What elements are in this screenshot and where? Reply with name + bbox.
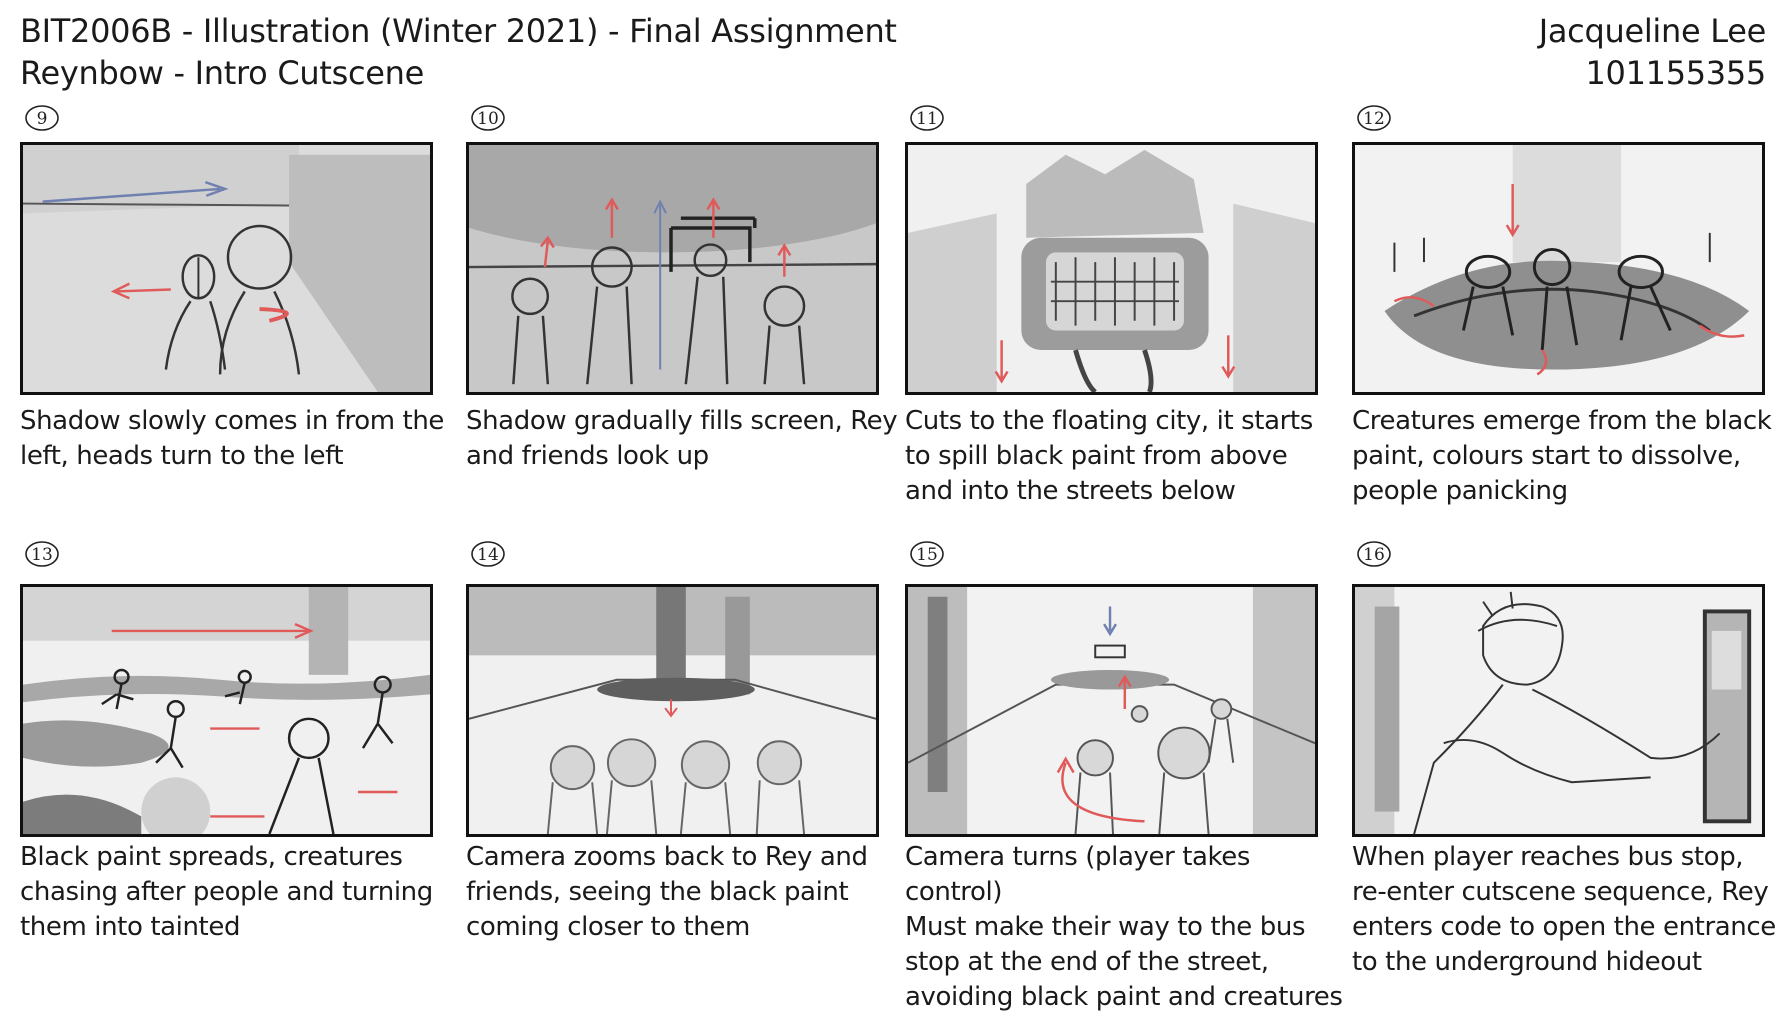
header-left: BIT2006B - Illustration (Winter 2021) - … xyxy=(20,10,897,94)
panel-number: 15 xyxy=(909,540,945,568)
panel-caption: Black paint spreads, creatures chasing a… xyxy=(20,842,433,942)
project-title: Reynbow - Intro Cutscene xyxy=(20,54,425,92)
panel-number: 11 xyxy=(909,104,945,132)
panel-number: 13 xyxy=(24,540,60,568)
svg-text:15: 15 xyxy=(916,545,938,565)
panel-caption: Shadow gradually fills screen, Rey and f… xyxy=(466,406,898,471)
svg-text:10: 10 xyxy=(477,109,499,129)
sketch-shadow-heads xyxy=(23,145,430,392)
panel-caption: When player reaches bus stop, re-enter c… xyxy=(1352,842,1776,977)
sketch-floating-city xyxy=(908,145,1315,392)
panel-frame xyxy=(905,142,1318,395)
sketch-creatures-emerge xyxy=(1355,145,1762,392)
panel-frame xyxy=(466,142,879,395)
panel-frame xyxy=(20,142,433,395)
panel-number: 16 xyxy=(1356,540,1392,568)
panel-number: 14 xyxy=(470,540,506,568)
panel-frame xyxy=(20,584,433,837)
panel-caption: Camera turns (player takes control) Must… xyxy=(905,842,1343,1012)
sketch-paint-spreads xyxy=(23,587,430,834)
course-title: BIT2006B - Illustration (Winter 2021) - … xyxy=(20,12,897,50)
panel-frame xyxy=(466,584,879,837)
sketch-friends-look-up xyxy=(469,145,876,392)
sketch-camera-turns xyxy=(908,587,1315,834)
header-right: Jacqueline Lee 101155355 xyxy=(1538,10,1767,94)
panel-number: 12 xyxy=(1356,104,1392,132)
svg-text:12: 12 xyxy=(1363,109,1385,129)
panel-caption: Creatures emerge from the black paint, c… xyxy=(1352,406,1772,506)
panel-frame xyxy=(1352,142,1765,395)
author-name: Jacqueline Lee xyxy=(1538,12,1767,50)
svg-text:9: 9 xyxy=(37,109,48,129)
panel-number: 10 xyxy=(470,104,506,132)
panel-caption: Cuts to the floating city, it starts to … xyxy=(905,406,1313,506)
panel-caption: Shadow slowly comes in from the left, he… xyxy=(20,406,445,471)
student-id: 101155355 xyxy=(1585,54,1766,92)
sketch-rey-enters-code xyxy=(1355,587,1762,834)
sketch-camera-zooms-back xyxy=(469,587,876,834)
svg-text:16: 16 xyxy=(1363,545,1385,565)
panel-frame xyxy=(1352,584,1765,837)
svg-text:13: 13 xyxy=(31,545,53,565)
svg-text:14: 14 xyxy=(477,545,499,565)
svg-text:11: 11 xyxy=(916,109,938,129)
panel-number: 9 xyxy=(24,104,60,132)
panel-frame xyxy=(905,584,1318,837)
panel-caption: Camera zooms back to Rey and friends, se… xyxy=(466,842,868,942)
